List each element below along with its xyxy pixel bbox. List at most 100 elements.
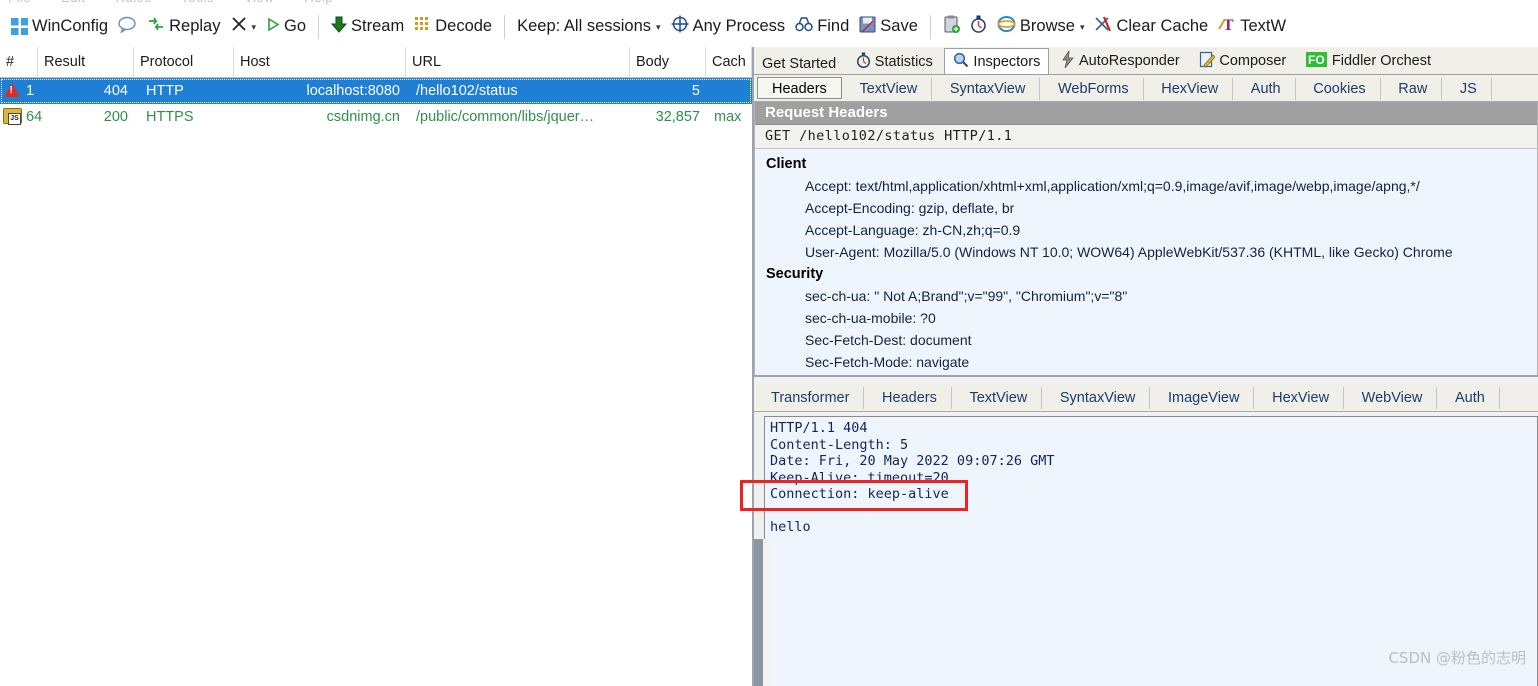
header-group-client[interactable]: Client xyxy=(763,153,1537,175)
column-header-caching[interactable]: Cach xyxy=(706,47,752,77)
menu-bar-items: File Edit Rules Tools View Help xyxy=(8,0,359,5)
keep-sessions-dropdown[interactable]: Keep: All sessions ▾ xyxy=(512,11,665,43)
request-tab-syntaxview[interactable]: SyntaxView xyxy=(936,78,1041,100)
any-process-label: Any Process xyxy=(692,17,786,35)
response-tab-textview[interactable]: TextView xyxy=(955,387,1043,409)
request-tab-headers[interactable]: Headers xyxy=(757,77,842,99)
tab-get-started[interactable]: Get Started xyxy=(754,51,844,75)
internet-explorer-icon xyxy=(997,15,1016,38)
save-button[interactable]: Save xyxy=(854,11,923,43)
lightning-icon xyxy=(1061,49,1075,72)
column-header-protocol[interactable]: Protocol xyxy=(134,47,234,77)
menu-item-tools[interactable]: Tools xyxy=(181,0,214,5)
menu-item-rules[interactable]: Rules xyxy=(116,0,152,5)
tab-autoresponder[interactable]: AutoResponder xyxy=(1053,48,1188,74)
table-row[interactable]: 1 404 HTTP localhost:8080 /hello102/stat… xyxy=(0,78,752,104)
timeline-button[interactable] xyxy=(965,11,992,43)
response-tab-hexview[interactable]: HexView xyxy=(1258,387,1345,409)
go-button[interactable]: Go xyxy=(261,11,311,43)
fo-badge-icon: FO xyxy=(1305,51,1328,72)
stopwatch-icon xyxy=(856,52,871,72)
header-group-security[interactable]: Security xyxy=(763,263,1537,285)
response-tab-imageview[interactable]: ImageView xyxy=(1154,387,1255,409)
response-tab-headers[interactable]: Headers xyxy=(868,387,952,409)
copy-to-clipboard-button[interactable] xyxy=(938,11,965,43)
replay-button[interactable]: Replay xyxy=(142,11,225,43)
remove-button[interactable]: ▾ xyxy=(226,11,262,43)
request-headers-title: Request Headers xyxy=(755,102,1537,125)
tab-inspectors[interactable]: Inspectors xyxy=(944,48,1050,74)
request-tab-json[interactable]: JS xyxy=(1446,78,1492,100)
browse-button[interactable]: Browse ▾ xyxy=(992,11,1090,43)
column-header-host[interactable]: Host xyxy=(234,47,406,77)
cell-body: 5 xyxy=(691,83,700,99)
winconfig-button[interactable]: WinConfig xyxy=(6,11,113,43)
tab-statistics[interactable]: Statistics xyxy=(848,49,941,75)
request-tab-textview[interactable]: TextView xyxy=(845,78,933,100)
menu-item-edit[interactable]: Edit xyxy=(61,0,85,5)
keep-dropdown-caret-icon[interactable]: ▾ xyxy=(656,22,661,33)
session-list-panel[interactable]: # Result Protocol Host URL Body Cach 1 4… xyxy=(0,47,754,686)
textwizard-label: TextW xyxy=(1240,17,1287,35)
menu-item-help[interactable]: Help xyxy=(304,0,333,5)
request-tab-auth[interactable]: Auth xyxy=(1237,78,1296,100)
cell-caching xyxy=(708,78,752,104)
cell-protocol: HTTPS xyxy=(146,109,194,125)
menu-item-file[interactable]: File xyxy=(8,0,31,5)
request-line: GET /hello102/status HTTP/1.1 xyxy=(755,125,1537,149)
cell-protocol: HTTP xyxy=(146,83,184,99)
clear-cache-button[interactable]: Clear Cache xyxy=(1089,11,1213,43)
find-button[interactable]: Find xyxy=(790,11,854,43)
clear-cache-icon xyxy=(1094,15,1112,38)
request-tab-webforms[interactable]: WebForms xyxy=(1044,78,1144,100)
request-tab-raw[interactable]: Raw xyxy=(1384,78,1443,100)
winconfig-label: WinConfig xyxy=(32,17,109,35)
tab-fiddler-orchestra[interactable]: FO Fiddler Orchest xyxy=(1298,48,1439,74)
response-tab-syntaxview[interactable]: SyntaxView xyxy=(1046,387,1151,409)
stream-button[interactable]: Stream xyxy=(326,11,409,43)
tab-composer-label: Composer xyxy=(1219,53,1287,69)
session-list-header[interactable]: # Result Protocol Host URL Body Cach xyxy=(0,47,752,78)
column-header-url[interactable]: URL xyxy=(406,47,630,77)
table-row[interactable]: JS 64 200 HTTPS csdnimg.cn /public/commo… xyxy=(0,104,752,130)
response-inspector-tabs: Transformer Headers TextView SyntaxView … xyxy=(754,385,1538,412)
request-headers-view[interactable]: Request Headers GET /hello102/status HTT… xyxy=(754,102,1538,375)
save-disk-icon xyxy=(859,16,876,38)
column-header-body[interactable]: Body xyxy=(630,47,706,77)
column-header-result[interactable]: Result xyxy=(38,47,134,77)
header-line: Sec-Fetch-Site: none xyxy=(763,373,1537,375)
tab-composer[interactable]: Composer xyxy=(1191,48,1294,74)
header-line: Sec-Fetch-Dest: document xyxy=(805,332,972,348)
cell-result: 200 xyxy=(103,109,128,125)
browse-dropdown-caret-icon[interactable]: ▾ xyxy=(1080,22,1085,33)
cell-host: csdnimg.cn xyxy=(326,109,400,125)
textwizard-button[interactable]: T TextW xyxy=(1213,11,1291,43)
watermark-text: CSDN @粉色的志明 xyxy=(1388,649,1526,667)
replay-icon xyxy=(147,16,165,37)
response-scrollbar-track[interactable] xyxy=(763,539,769,686)
cell-host: localhost:8080 xyxy=(306,83,400,99)
column-header-number[interactable]: # xyxy=(0,47,38,77)
menu-item-view[interactable]: View xyxy=(244,0,274,5)
response-tab-auth[interactable]: Auth xyxy=(1441,387,1500,409)
save-label: Save xyxy=(880,17,918,35)
comment-button[interactable] xyxy=(113,11,142,43)
horizontal-splitter[interactable] xyxy=(754,375,1538,385)
browse-label: Browse xyxy=(1019,17,1075,35)
decode-grid-icon xyxy=(414,16,431,38)
down-arrow-icon xyxy=(330,16,348,38)
request-tab-hexview[interactable]: HexView xyxy=(1147,78,1234,100)
warning-icon xyxy=(0,78,22,104)
find-label: Find xyxy=(817,17,850,35)
go-label: Go xyxy=(284,17,307,35)
response-raw-text: HTTP/1.1 404 Content-Length: 5 Date: Fri… xyxy=(770,420,1055,535)
speech-bubble-icon xyxy=(118,16,137,38)
remove-dropdown-caret-icon[interactable]: ▾ xyxy=(252,22,257,33)
request-tab-cookies[interactable]: Cookies xyxy=(1299,78,1381,100)
pencil-note-icon xyxy=(1199,51,1216,72)
any-process-button[interactable]: Any Process xyxy=(666,11,791,43)
response-raw-view[interactable]: HTTP/1.1 404 Content-Length: 5 Date: Fri… xyxy=(764,416,1538,686)
decode-button[interactable]: Decode xyxy=(409,11,497,43)
response-tab-transformer[interactable]: Transformer xyxy=(757,387,865,409)
response-tab-webview[interactable]: WebView xyxy=(1348,387,1438,409)
